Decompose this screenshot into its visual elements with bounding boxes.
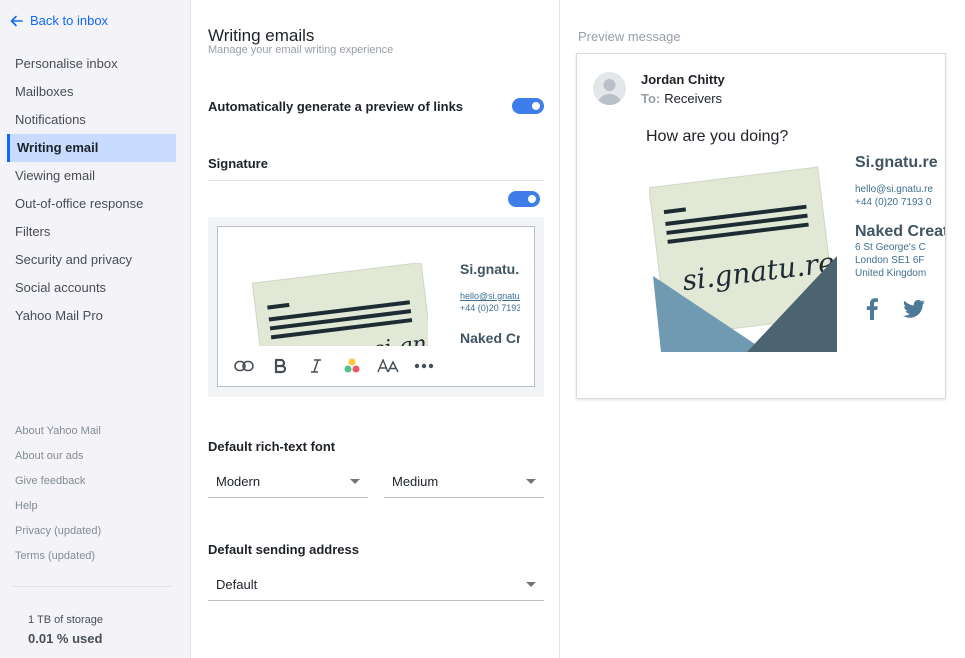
nav-item-security-privacy[interactable]: Security and privacy (7, 246, 176, 274)
preview-signature-name: Si.gnatu.re (855, 154, 938, 171)
bold-icon (274, 358, 287, 374)
signature-phone: +44 (0)20 7193 0 (460, 303, 520, 313)
chevron-down-icon (526, 479, 536, 484)
nav-item-yahoo-mail-pro[interactable]: Yahoo Mail Pro (7, 302, 176, 330)
signature-label: Signature (208, 156, 268, 171)
footer-link-give-feedback[interactable]: Give feedback (15, 475, 101, 500)
signature-email[interactable]: hello@si.gnatu.re (460, 291, 520, 301)
message-greeting: How are you doing? (646, 128, 789, 145)
preview-address-line: United Kingdom (855, 268, 927, 279)
signature-envelope-image: si.gnatu.re (649, 166, 837, 352)
font-size-select[interactable]: Medium (384, 464, 544, 498)
storage-divider (12, 586, 172, 587)
preview-address-line: London SE1 6F (855, 255, 925, 266)
writing-email-settings: Writing emails Manage your email writing… (192, 0, 560, 658)
preview-signature-company: Naked Creativ (855, 223, 945, 240)
sender-name: Jordan Chitty (641, 72, 725, 87)
link-icon (234, 360, 254, 372)
italic-button[interactable] (298, 351, 334, 381)
preview-heading: Preview message (578, 29, 681, 44)
sending-address-value: Default (216, 577, 258, 592)
font-size-icon (377, 359, 399, 373)
recipient-value: Receivers (664, 91, 723, 106)
nav-item-writing-email[interactable]: Writing email (7, 134, 176, 162)
preview-address-line: 6 St George's C (855, 242, 926, 253)
back-to-inbox-label: Back to inbox (30, 13, 109, 28)
signature-company: Naked Creativ (460, 330, 520, 346)
link-preview-label: Automatically generate a preview of link… (208, 99, 464, 114)
signature-toolbar (218, 346, 534, 386)
font-size-value: Medium (392, 474, 439, 489)
storage-used: 0.01 % used (28, 631, 103, 646)
settings-sidebar: Back to inbox Personalise inbox Mailboxe… (0, 0, 191, 658)
twitter-icon[interactable] (903, 300, 925, 318)
nav-item-notifications[interactable]: Notifications (7, 106, 176, 134)
more-dots-icon (414, 363, 434, 369)
preview-message-card: Jordan Chitty To: Receivers How are you d… (576, 53, 946, 399)
signature-editor-container: si.gnatu.re Si.gnatu.re hello@si.gnatu.r… (208, 217, 544, 397)
user-icon (597, 79, 622, 105)
nav-item-personalise-inbox[interactable]: Personalise inbox (7, 50, 176, 78)
color-palette-icon (344, 358, 360, 373)
page-title: Writing emails (208, 26, 315, 45)
arrow-left-icon (10, 15, 23, 26)
chevron-down-icon (526, 582, 536, 587)
nav-item-out-of-office[interactable]: Out-of-office response (7, 190, 176, 218)
preview-signature-email[interactable]: hello@si.gnatu.re (855, 184, 933, 195)
signature-toggle[interactable] (508, 191, 540, 207)
avatar (593, 72, 626, 105)
chevron-down-icon (350, 479, 360, 484)
signature-divider (208, 180, 544, 181)
back-to-inbox-link[interactable]: Back to inbox (10, 13, 108, 28)
font-size-button[interactable] (370, 351, 406, 381)
bold-button[interactable] (262, 351, 298, 381)
insert-link-button[interactable] (226, 351, 262, 381)
sending-address-select[interactable]: Default (208, 567, 544, 601)
preview-signature-phone: +44 (0)20 7193 0 (855, 197, 932, 208)
default-sending-label: Default sending address (208, 542, 359, 557)
page-subtitle: Manage your email writing experience (208, 44, 394, 56)
facebook-icon[interactable] (866, 298, 878, 320)
footer-links: About Yahoo Mail About our ads Give feed… (15, 425, 101, 575)
to-label: To: (641, 91, 661, 106)
text-color-button[interactable] (334, 351, 370, 381)
footer-link-terms[interactable]: Terms (updated) (15, 550, 101, 575)
font-family-value: Modern (216, 474, 261, 489)
default-font-label: Default rich-text font (208, 439, 336, 454)
nav-item-viewing-email[interactable]: Viewing email (7, 162, 176, 190)
nav-item-filters[interactable]: Filters (7, 218, 176, 246)
footer-link-privacy[interactable]: Privacy (updated) (15, 525, 101, 550)
footer-link-help[interactable]: Help (15, 500, 101, 525)
signature-editor[interactable]: si.gnatu.re Si.gnatu.re hello@si.gnatu.r… (217, 226, 535, 387)
more-options-button[interactable] (406, 351, 442, 381)
signature-name: Si.gnatu.re (460, 261, 520, 277)
signature-logo-image: si.gnatu.re (251, 263, 428, 353)
italic-icon (311, 359, 321, 373)
storage-total: 1 TB of storage (28, 614, 104, 626)
settings-nav: Personalise inbox Mailboxes Notification… (7, 50, 176, 330)
footer-link-about-yahoo-mail[interactable]: About Yahoo Mail (15, 425, 101, 450)
font-family-select[interactable]: Modern (208, 464, 368, 498)
nav-item-social-accounts[interactable]: Social accounts (7, 274, 176, 302)
recipient-line: To: Receivers (641, 91, 722, 106)
link-preview-toggle[interactable] (512, 98, 544, 114)
footer-link-about-ads[interactable]: About our ads (15, 450, 101, 475)
nav-item-mailboxes[interactable]: Mailboxes (7, 78, 176, 106)
